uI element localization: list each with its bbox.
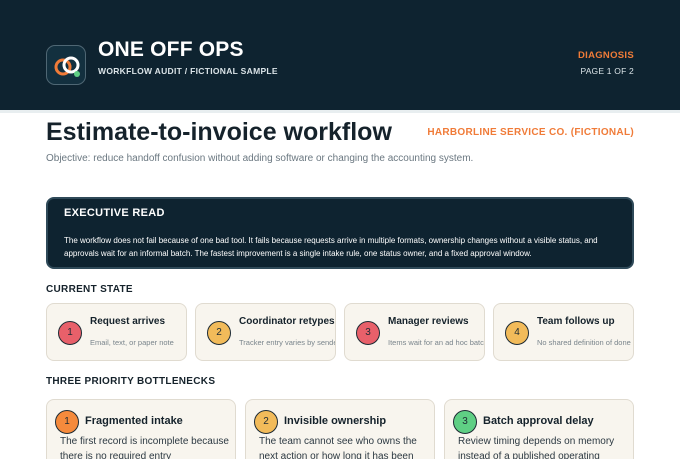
bottleneck-title: Fragmented intake bbox=[85, 415, 183, 427]
executive-heading: EXECUTIVE READ bbox=[64, 207, 165, 219]
step-title: Team follows up bbox=[537, 316, 615, 327]
report-subtitle: WORKFLOW AUDIT / FICTIONAL SAMPLE bbox=[98, 66, 278, 76]
bottleneck-title: Batch approval delay bbox=[483, 415, 594, 427]
step-description: Items wait for an ad hoc batch bbox=[388, 338, 485, 347]
step-title: Manager reviews bbox=[388, 316, 469, 327]
step-title: Coordinator retypes bbox=[239, 316, 335, 327]
bottleneck-body: The team cannot see who owns the next ac… bbox=[259, 436, 417, 459]
bottleneck-card: 2 Invisible ownership The team cannot se… bbox=[245, 399, 435, 459]
bottleneck-title: Invisible ownership bbox=[284, 415, 387, 427]
bottleneck-body: The first record is incomplete because t… bbox=[60, 436, 229, 459]
bottleneck-number: 1 bbox=[55, 410, 79, 434]
page-title: Estimate-to-invoice workflow bbox=[46, 118, 392, 146]
bottleneck-number: 3 bbox=[453, 410, 477, 434]
step-title: Request arrives bbox=[90, 316, 166, 327]
step-description: No shared definition of done bbox=[537, 338, 631, 347]
step-number: 1 bbox=[58, 321, 82, 345]
bottleneck-body: Review timing depends on memory instead … bbox=[458, 436, 615, 459]
step-number: 4 bbox=[505, 321, 529, 345]
report-header: ONE OFF OPS WORKFLOW AUDIT / FICTIONAL S… bbox=[0, 0, 680, 113]
step-card: 3 Manager reviews Items wait for an ad h… bbox=[344, 303, 485, 361]
brand-logo-icon bbox=[46, 45, 86, 85]
step-number: 3 bbox=[356, 321, 380, 345]
step-card: 2 Coordinator retypes Tracker entry vari… bbox=[195, 303, 336, 361]
step-number: 2 bbox=[207, 321, 231, 345]
bottleneck-card: 1 Fragmented intake The first record is … bbox=[46, 399, 236, 459]
executive-body: The workflow does not fail because of on… bbox=[64, 236, 598, 258]
step-description: Email, text, or paper note bbox=[90, 338, 174, 347]
brand-name: ONE OFF OPS bbox=[98, 38, 244, 61]
current-state-heading: CURRENT STATE bbox=[46, 284, 133, 295]
bottleneck-card: 3 Batch approval delay Review timing dep… bbox=[444, 399, 634, 459]
report-tag: DIAGNOSIS bbox=[577, 50, 634, 61]
bottlenecks-heading: THREE PRIORITY BOTTLENECKS bbox=[46, 376, 216, 387]
objective-text: Objective: reduce handoff confusion with… bbox=[46, 153, 474, 164]
step-card: 4 Team follows up No shared definition o… bbox=[493, 303, 634, 361]
client-name: HARBORLINE SERVICE CO. (FICTIONAL) bbox=[427, 127, 634, 138]
executive-summary-panel: EXECUTIVE READ The workflow does not fai… bbox=[46, 197, 634, 269]
bottleneck-number: 2 bbox=[254, 410, 278, 434]
page-indicator: PAGE 1 OF 2 bbox=[580, 66, 634, 76]
step-description: Tracker entry varies by sender bbox=[239, 338, 336, 347]
step-card: 1 Request arrives Email, text, or paper … bbox=[46, 303, 187, 361]
